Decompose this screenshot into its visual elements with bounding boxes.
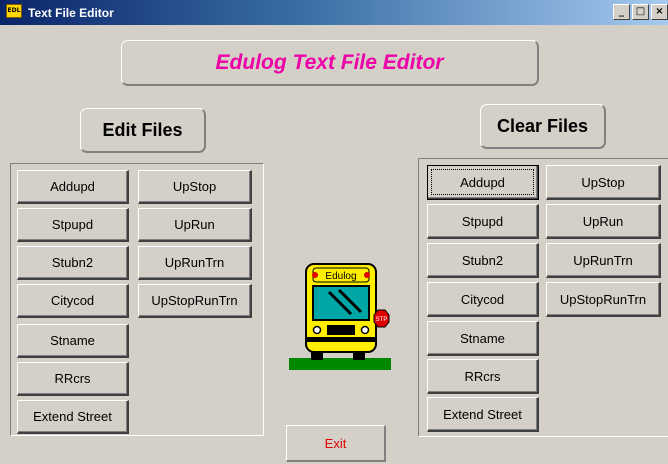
app-banner: Edulog Text File Editor [121, 40, 539, 86]
clear-stubn2-button[interactable]: Stubn2 [427, 243, 539, 278]
stop-sign-text: STP [376, 317, 388, 323]
edit-extend-street-button[interactable]: Extend Street [17, 400, 129, 434]
edit-rrcrs-button[interactable]: RRcrs [17, 362, 129, 396]
edit-upstopruntrn-button[interactable]: UpStopRunTrn [138, 284, 252, 318]
edit-addupd-button[interactable]: Addupd [17, 170, 129, 204]
edit-upstop-button[interactable]: UpStop [138, 170, 252, 204]
edit-files-heading-text: Edit Files [102, 119, 183, 140]
clear-addupd-button[interactable]: Addupd [427, 165, 539, 200]
clear-stname-button[interactable]: Stname [427, 321, 539, 356]
edit-upruntrn-button[interactable]: UpRunTrn [138, 246, 252, 280]
clear-files-panel: Addupd Stpupd Stubn2 Citycod Stname RRcr… [418, 158, 668, 437]
edit-files-panel: Addupd Stpupd Stubn2 Citycod Stname RRcr… [10, 163, 264, 436]
clear-upruntrn-button[interactable]: UpRunTrn [546, 243, 661, 278]
title-bar[interactable]: EDL Text File Editor _ □ × [0, 0, 668, 25]
minimize-button[interactable]: _ [613, 4, 630, 20]
window-controls: _ □ × [611, 4, 668, 20]
clear-upstop-button[interactable]: UpStop [546, 165, 661, 200]
bus-sign-text: Edulog [325, 271, 356, 282]
bus-logo-icon: Edulog STP [289, 258, 391, 372]
clear-rrcrs-button[interactable]: RRcrs [427, 359, 539, 394]
exit-button[interactable]: Exit [286, 425, 386, 462]
maximize-button[interactable]: □ [632, 4, 649, 20]
clear-stpupd-button[interactable]: Stpupd [427, 204, 539, 239]
edit-uprun-button[interactable]: UpRun [138, 208, 252, 242]
ground-strip [289, 358, 391, 370]
clear-files-heading-text: Clear Files [496, 115, 589, 136]
edit-stubn2-button[interactable]: Stubn2 [17, 246, 129, 280]
close-button[interactable]: × [651, 4, 668, 20]
clear-citycod-button[interactable]: Citycod [427, 282, 539, 317]
edit-stpupd-button[interactable]: Stpupd [17, 208, 129, 242]
clear-extend-street-button[interactable]: Extend Street [427, 397, 539, 432]
edit-stname-button[interactable]: Stname [17, 324, 129, 358]
clear-upstopruntrn-button[interactable]: UpStopRunTrn [546, 282, 661, 317]
clear-uprun-button[interactable]: UpRun [546, 204, 661, 239]
banner-title: Edulog Text File Editor [215, 50, 444, 74]
edit-citycod-button[interactable]: Citycod [17, 284, 129, 318]
edit-files-heading: Edit Files [80, 108, 206, 153]
clear-files-heading: Clear Files [480, 104, 606, 149]
app-icon: EDL [6, 3, 22, 18]
window-title: Text File Editor [28, 5, 114, 20]
